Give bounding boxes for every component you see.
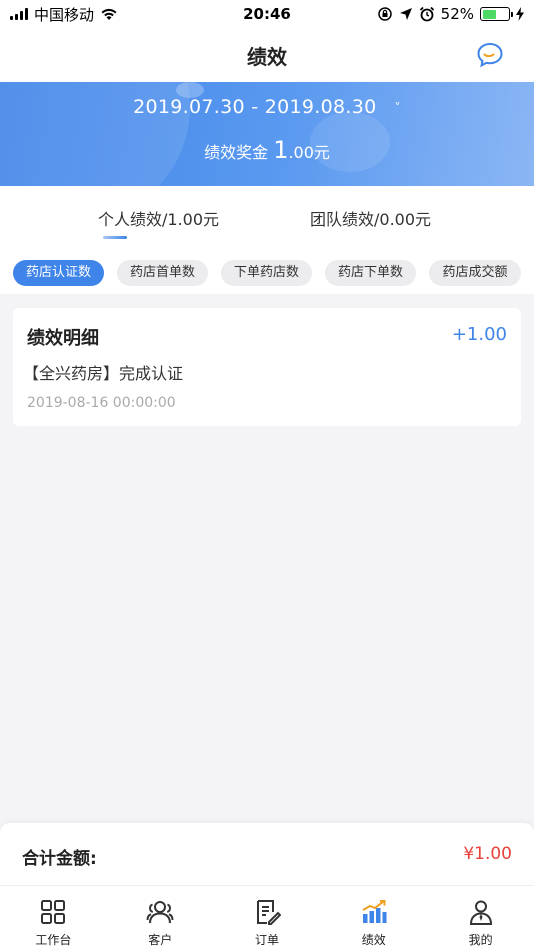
battery-icon (480, 7, 513, 21)
tab-team-performance[interactable]: 团队绩效/0.00元 (310, 206, 431, 230)
chip-pharmacy-orders[interactable]: 药店下单数 (325, 260, 416, 286)
performance-detail-card: 绩效明细 +1.00 【全兴药房】完成认证 2019-08-16 00:00:0… (13, 308, 521, 426)
bonus-amount-decimal: .00元 (288, 143, 330, 162)
chip-pharmacy-certified[interactable]: 药店认证数 (13, 260, 104, 286)
performance-chart-icon (362, 900, 387, 923)
tab-performance[interactable]: 绩效 (320, 886, 427, 950)
tab-label: 我的 (468, 933, 493, 947)
card-description: 【全兴药房】完成认证 (23, 364, 184, 383)
bonus-amount-int: 1 (273, 136, 289, 164)
filter-chips: 药店认证数 药店首单数 下单药店数 药店下单数 药店成交额 (0, 250, 534, 294)
orientation-lock-icon (377, 7, 392, 21)
bottom-tab-bar: 工作台 客户 订单 绩效 我的 (0, 885, 534, 950)
charging-icon (516, 7, 524, 21)
status-bar: 中国移动 20:46 52% (0, 0, 534, 28)
grid-icon (41, 900, 66, 924)
tab-personal-performance[interactable]: 个人绩效/1.00元 (98, 206, 219, 230)
profile-icon (469, 900, 492, 925)
page-title: 绩效 (247, 44, 287, 69)
chat-bubble-icon[interactable] (476, 41, 504, 69)
date-range-selector[interactable]: 2019.07.30 - 2019.08.30 ˅ (0, 96, 534, 118)
wifi-icon (101, 8, 117, 20)
chip-pharmacy-first-order[interactable]: 药店首单数 (117, 260, 208, 286)
bonus-label: 绩效奖金 (204, 143, 269, 162)
tab-label: 绩效 (361, 933, 386, 947)
tab-customers[interactable]: 客户 (107, 886, 214, 950)
performance-banner: 2019.07.30 - 2019.08.30 ˅ 绩效奖金 1.00元 (0, 82, 534, 186)
tab-workbench[interactable]: 工作台 (0, 886, 107, 950)
total-label: 合计金额: (22, 849, 97, 869)
tab-orders[interactable]: 订单 (214, 886, 321, 950)
chip-pharmacy-turnover[interactable]: 药店成交额 (429, 260, 521, 286)
card-timestamp: 2019-08-16 00:00:00 (27, 395, 176, 411)
card-title: 绩效明细 (27, 328, 99, 349)
chevron-down-icon: ˅ (394, 100, 401, 115)
card-amount: +1.00 (451, 324, 507, 345)
carrier-name: 中国移动 (34, 5, 95, 24)
signal-icon (10, 8, 28, 20)
chip-ordering-pharmacies[interactable]: 下单药店数 (221, 260, 312, 286)
date-range-text: 2019.07.30 - 2019.08.30 (133, 96, 377, 118)
bonus-total: 绩效奖金 1.00元 (0, 136, 534, 164)
tab-label: 客户 (148, 933, 173, 947)
customers-icon (146, 901, 174, 924)
tab-profile[interactable]: 我的 (427, 886, 534, 950)
battery-percent: 52% (440, 5, 474, 23)
total-value: ¥1.00 (463, 844, 512, 864)
alarm-icon (419, 6, 434, 22)
order-icon (256, 900, 281, 925)
location-icon (399, 8, 412, 20)
tab-label: 工作台 (35, 933, 72, 947)
tab-active-indicator (103, 236, 127, 239)
tab-label: 订单 (254, 933, 279, 947)
performance-tabs: 个人绩效/1.00元 团队绩效/0.00元 (0, 186, 534, 250)
total-summary: 合计金额: ¥1.00 (0, 823, 534, 885)
nav-bar: 绩效 (0, 28, 534, 82)
